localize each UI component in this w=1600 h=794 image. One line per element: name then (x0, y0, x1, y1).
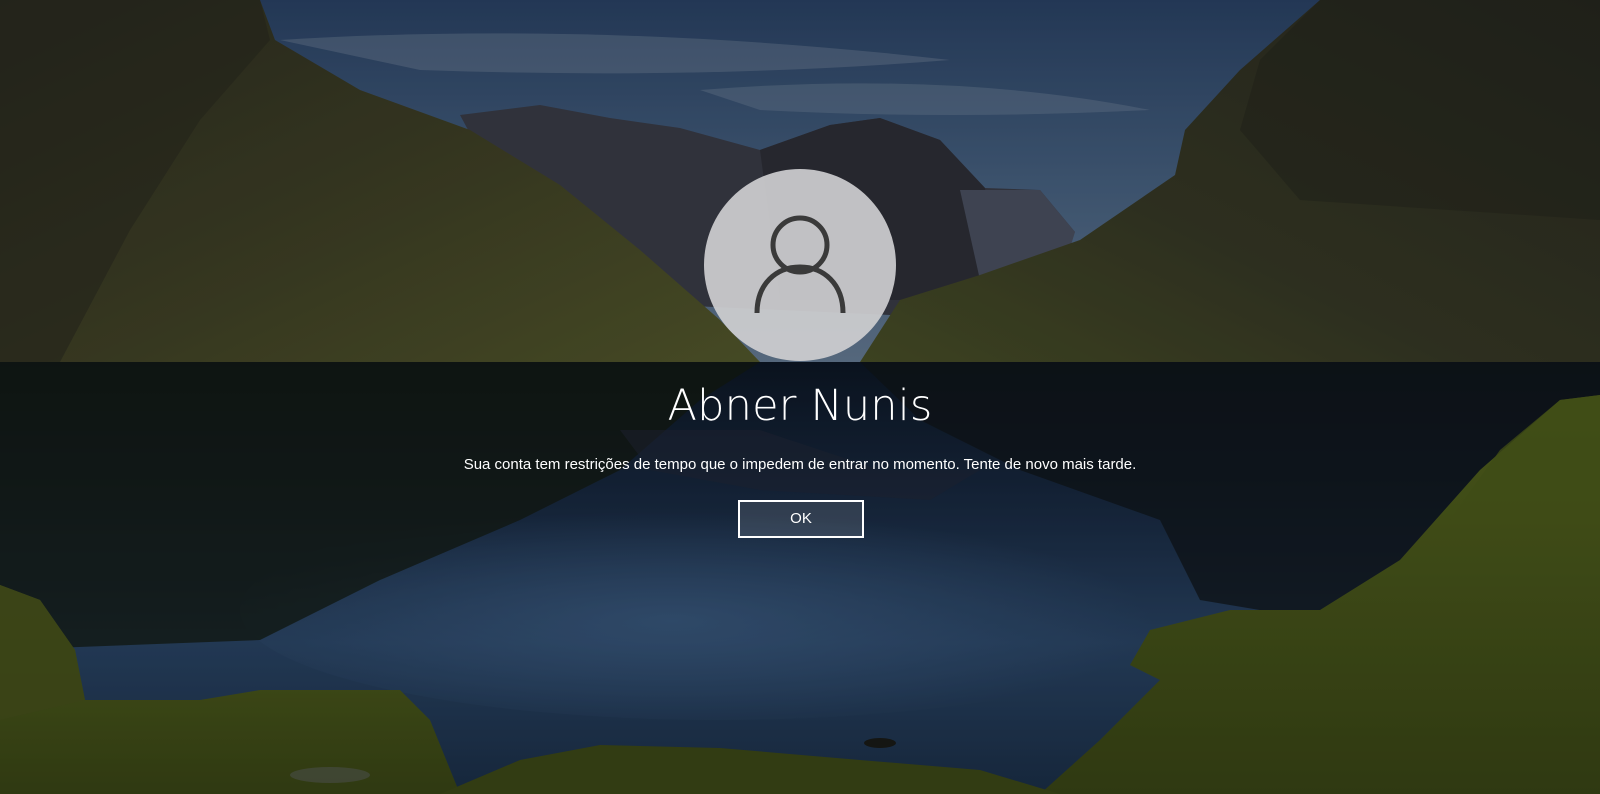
user-name: Abner Nunis (667, 381, 933, 431)
lock-screen: Abner Nunis Sua conta tem restrições de … (0, 0, 1600, 794)
user-avatar (704, 169, 896, 361)
restriction-message: Sua conta tem restrições de tempo que o … (463, 456, 1137, 473)
ok-button[interactable]: OK (738, 500, 864, 538)
user-silhouette-icon (754, 215, 846, 314)
